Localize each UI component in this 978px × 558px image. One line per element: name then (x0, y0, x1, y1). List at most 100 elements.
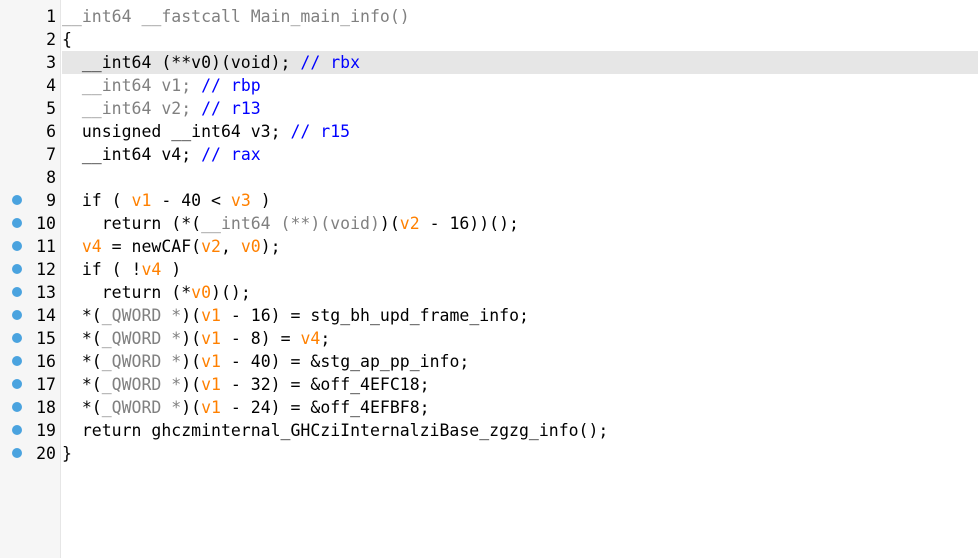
code-line[interactable]: 20} (0, 442, 978, 465)
code-token: _QWORD * (101, 375, 182, 394)
code-line[interactable]: 7 __int64 v4; // rax (0, 143, 978, 166)
variable-token[interactable]: v4 (300, 329, 320, 348)
code-text[interactable]: return (*(__int64 (**)(void))(v2 - 16))(… (62, 212, 519, 235)
variable-token[interactable]: v1 (201, 398, 221, 417)
code-token: if ( (62, 191, 132, 210)
code-token: __int64 v2; (62, 99, 202, 118)
code-token: _QWORD * (101, 329, 182, 348)
code-token: - 16) = stg_bh_upd_frame_info; (220, 306, 529, 325)
code-token: )( (181, 352, 202, 371)
code-text[interactable]: *(_QWORD *)(v1 - 16) = stg_bh_upd_frame_… (62, 304, 529, 327)
code-token: *( (62, 352, 102, 371)
code-text[interactable]: } (62, 442, 72, 465)
code-token: return (*( (62, 214, 202, 233)
code-line[interactable]: 11 v4 = newCAF(v2, v0); (0, 235, 978, 258)
code-token: return (* (62, 283, 192, 302)
code-line[interactable]: 6 unsigned __int64 v3; // r15 (0, 120, 978, 143)
code-text[interactable]: unsigned __int64 v3; // r15 (62, 120, 350, 143)
code-text[interactable]: if ( !v4 ) (62, 258, 181, 281)
code-line[interactable]: 4 __int64 v1; // rbp (0, 74, 978, 97)
code-text[interactable]: { (62, 28, 72, 51)
comment-token: // (201, 145, 231, 164)
variable-token[interactable]: v2 (400, 214, 420, 233)
line-number: 10 (36, 214, 56, 233)
code-text[interactable]: *(_QWORD *)(v1 - 40) = &stg_ap_pp_info; (62, 350, 469, 373)
code-token: )( (181, 398, 202, 417)
variable-token[interactable]: v1 (201, 375, 221, 394)
code-text[interactable]: __int64 __fastcall Main_main_info() (62, 5, 410, 28)
code-text[interactable]: __int64 v2; // r13 (62, 97, 261, 120)
code-line[interactable]: 13 return (*v0)(); (0, 281, 978, 304)
variable-token[interactable]: v3 (231, 191, 251, 210)
code-line[interactable]: 5 __int64 v2; // r13 (0, 97, 978, 120)
variable-token[interactable]: v0 (241, 237, 261, 256)
variable-token[interactable]: v1 (201, 329, 221, 348)
line-number: 12 (36, 260, 56, 279)
code-token: _QWORD * (101, 352, 182, 371)
code-token: } (62, 444, 72, 463)
line-number: 1 (46, 7, 56, 26)
code-text[interactable]: __int64 v1; // rbp (62, 74, 261, 97)
code-line[interactable]: 2{ (0, 28, 978, 51)
code-text[interactable]: __int64 v4; // rax (62, 143, 261, 166)
line-number: 11 (36, 237, 56, 256)
code-token: ); (260, 237, 281, 256)
code-token: - 40) = &stg_ap_pp_info; (220, 352, 470, 371)
code-line[interactable]: 10 return (*(__int64 (**)(void))(v2 - 16… (0, 212, 978, 235)
code-token: )( (379, 214, 400, 233)
code-token: _QWORD * (101, 398, 182, 417)
comment-token: // (201, 76, 231, 95)
comment-token: rbx (330, 53, 361, 72)
line-number: 20 (36, 444, 56, 463)
comment-token: // (201, 99, 231, 118)
code-line[interactable]: 19 return ghczminternal_GHCziInternalziB… (0, 419, 978, 442)
code-text[interactable]: return (*v0)(); (62, 281, 251, 304)
code-line[interactable]: 14 *(_QWORD *)(v1 - 16) = stg_bh_upd_fra… (0, 304, 978, 327)
code-text[interactable]: *(_QWORD *)(v1 - 32) = &off_4EFC18; (62, 373, 430, 396)
code-line[interactable]: 16 *(_QWORD *)(v1 - 40) = &stg_ap_pp_inf… (0, 350, 978, 373)
line-number: 6 (46, 122, 56, 141)
code-text[interactable]: return ghczminternal_GHCziInternalziBase… (62, 419, 609, 442)
code-area[interactable]: 1 __int64 __fastcall Main_main_info() 2{3 … (0, 5, 978, 465)
variable-token[interactable]: v4 (82, 237, 102, 256)
code-token: )( (181, 329, 202, 348)
code-line[interactable]: 3 __int64 (**v0)(void); // rbx (0, 51, 978, 74)
code-token: unsigned __int64 v3; (62, 122, 291, 141)
code-token: __int64 v4; (62, 145, 202, 164)
code-token: )( (181, 306, 202, 325)
code-token: __int64 __fastcall Main_main_info() (62, 7, 410, 26)
line-number: 18 (36, 398, 56, 417)
code-line[interactable]: 18 *(_QWORD *)(v1 - 24) = &off_4EFBF8; (0, 396, 978, 419)
variable-token[interactable]: v1 (201, 306, 221, 325)
code-token: __int64 (**)(void) (201, 214, 380, 233)
code-line[interactable]: 9 if ( v1 - 40 < v3 ) (0, 189, 978, 212)
code-token: ; (320, 329, 331, 348)
line-number: 19 (36, 421, 56, 440)
code-text[interactable]: v4 = newCAF(v2, v0); (62, 235, 281, 258)
code-text[interactable]: if ( v1 - 40 < v3 ) (62, 189, 271, 212)
line-number: 4 (46, 76, 56, 95)
code-text[interactable]: *(_QWORD *)(v1 - 8) = v4; (62, 327, 330, 350)
variable-token[interactable]: v4 (141, 260, 161, 279)
code-line[interactable]: 8 (0, 166, 978, 189)
code-text[interactable]: __int64 (**v0)(void); // rbx (62, 51, 360, 74)
line-number: 9 (46, 191, 56, 210)
variable-token[interactable]: v2 (201, 237, 221, 256)
code-line[interactable]: 12 if ( !v4 ) (0, 258, 978, 281)
code-line[interactable]: 15 *(_QWORD *)(v1 - 8) = v4; (0, 327, 978, 350)
line-number: 15 (36, 329, 56, 348)
code-token: __int64 v1; (62, 76, 202, 95)
code-line[interactable]: 17 *(_QWORD *)(v1 - 32) = &off_4EFC18; (0, 373, 978, 396)
code-text[interactable]: *(_QWORD *)(v1 - 24) = &off_4EFBF8; (62, 396, 430, 419)
code-line[interactable]: 1 __int64 __fastcall Main_main_info() (0, 5, 978, 28)
variable-token[interactable]: v1 (132, 191, 152, 210)
code-token: , (220, 237, 241, 256)
variable-token[interactable]: v0 (191, 283, 211, 302)
variable-token[interactable]: v1 (201, 352, 221, 371)
comment-token: rbp (230, 76, 261, 95)
comment-token: r13 (230, 99, 261, 118)
line-number: 14 (36, 306, 56, 325)
code-token: return ghczminternal_GHCziInternalziBase… (62, 421, 609, 440)
pseudocode-editor[interactable]: 1 __int64 __fastcall Main_main_info() 2{3 … (0, 0, 978, 558)
